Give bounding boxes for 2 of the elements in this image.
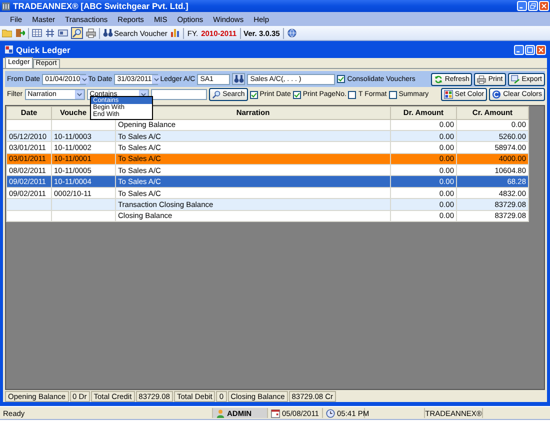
window-title: Quick Ledger: [16, 44, 70, 54]
window-title: TRADEANNEX® [ABC Switchgear Pvt. Ltd.]: [13, 1, 188, 11]
